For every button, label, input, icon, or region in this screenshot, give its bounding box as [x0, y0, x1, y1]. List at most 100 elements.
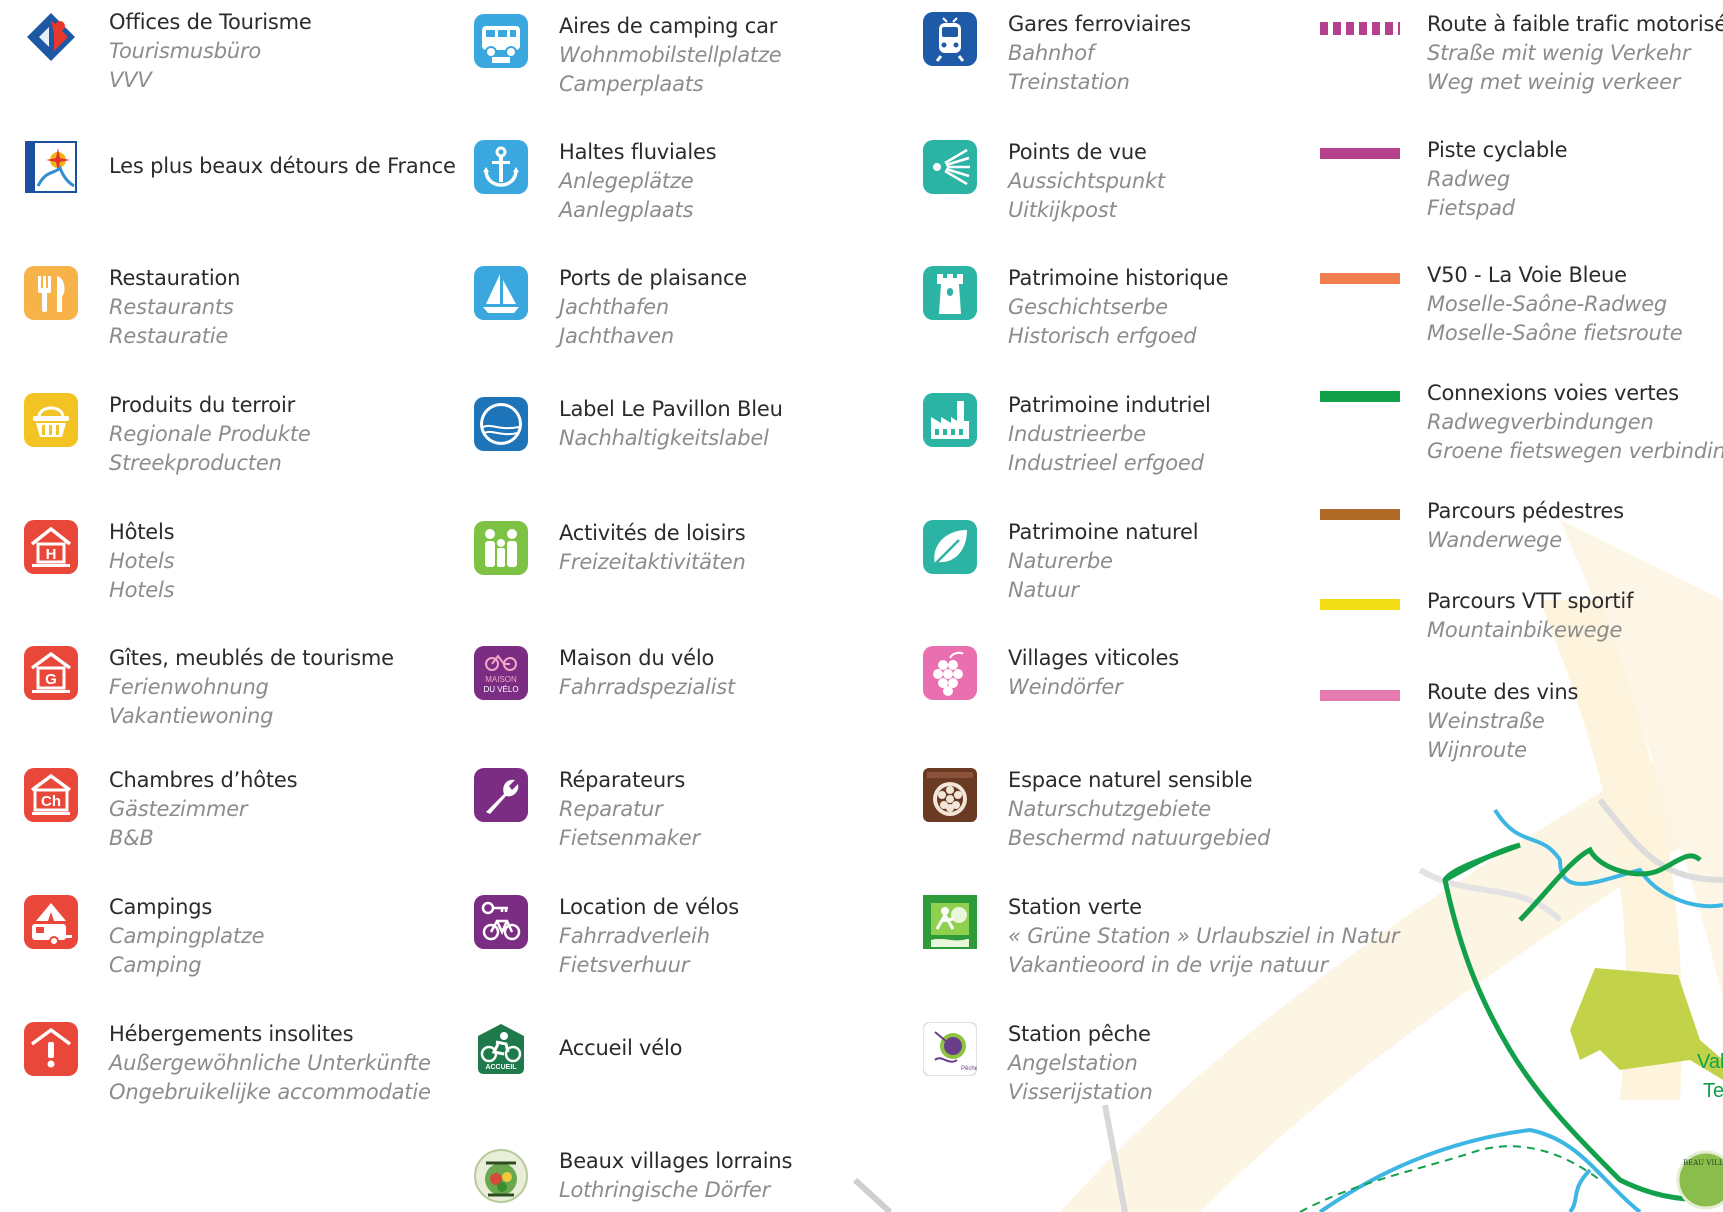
label-french: Connexions voies vertes	[1427, 381, 1679, 405]
svg-text:MAISON: MAISON	[485, 675, 517, 684]
train-icon	[923, 12, 977, 66]
tourism-office-icon	[24, 10, 78, 64]
label-german: Geschichtserbe	[1008, 295, 1168, 319]
label-dutch: Streekproducten	[109, 451, 282, 475]
fork-knife-icon	[24, 266, 78, 320]
line-swatch	[1320, 391, 1400, 402]
beaux-detours-icon	[24, 140, 78, 194]
label-dutch: Visserijstation	[1008, 1080, 1153, 1104]
leisure-family-icon	[474, 521, 528, 575]
label-dutch: Industrieel erfgoed	[1008, 451, 1204, 475]
castle-tower-icon	[923, 266, 977, 320]
label-dutch: Camping	[109, 953, 202, 977]
label-dutch: Jachthaven	[559, 324, 674, 348]
legend-labels: Route à faible trafic motorisé Straße mit…	[1427, 10, 1723, 97]
label-dutch: B&B	[109, 826, 154, 850]
legend-labels: Beaux villages lorrains Lothringische Dör…	[559, 1147, 999, 1205]
dashed-line-swatch	[1320, 22, 1400, 35]
label-french: Route des vins	[1427, 680, 1579, 704]
label-french: Parcours VTT sportif	[1427, 589, 1634, 613]
label-dutch: Wijnroute	[1427, 738, 1527, 762]
label-dutch: Fietspad	[1427, 196, 1515, 220]
label-dutch: Vakantieoord in de vrije natuur	[1008, 953, 1329, 977]
legend-labels: Station pêche Angelstation Visserijstation	[1008, 1020, 1448, 1107]
viewpoint-icon	[923, 140, 977, 194]
legend-labels: Espace naturel sensible Naturschutzgebiet…	[1008, 766, 1448, 853]
svg-text:H: H	[46, 546, 57, 563]
map-village-badge-text: BEAU VILLA	[1683, 1159, 1723, 1167]
legend-labels: Parcours VTT sportif Mountainbikewege	[1427, 587, 1723, 645]
svg-text:ACCUEIL: ACCUEIL	[485, 1064, 517, 1071]
grapes-icon	[923, 646, 977, 700]
line-swatch	[1320, 148, 1400, 159]
label-german: Bahnhof	[1008, 41, 1095, 65]
legend-labels: Route des vins Weinstraße Wijnroute	[1427, 678, 1723, 765]
camping-icon	[24, 895, 78, 949]
label-german: « Grüne Station » Urlaubsziel in Natur	[1008, 924, 1400, 948]
station-verte-icon	[923, 895, 977, 949]
legend-labels: Station verte « Grüne Station » Urlaubszi…	[1008, 893, 1448, 980]
anchor-icon	[474, 140, 528, 194]
wrench-icon	[474, 768, 528, 822]
label-dutch: Treinstation	[1008, 70, 1130, 94]
maison-velo-icon: MAISON DU VÉLO	[474, 646, 528, 700]
station-peche-icon: Pêche	[923, 1022, 977, 1076]
leaf-icon	[923, 520, 977, 574]
camper-van-icon	[474, 14, 528, 68]
label-german: Moselle-Saône-Radweg	[1427, 292, 1668, 316]
map-dashed-path	[1299, 1145, 1601, 1212]
legend-labels: Patrimoine naturel Naturerbe Natuur	[1008, 518, 1448, 605]
label-dutch: Groene fietswegen verbindingen	[1427, 439, 1723, 463]
map-town-label: Val	[1697, 1051, 1723, 1073]
ens-icon	[923, 768, 977, 822]
label-german: Straße mit wenig Verkehr	[1427, 41, 1691, 65]
label-french: Villages viticoles	[1008, 646, 1179, 670]
label-german: Naturerbe	[1008, 549, 1113, 573]
line-swatch	[1320, 599, 1400, 610]
label-german: Weinstraße	[1427, 709, 1545, 733]
label-german: Radweg	[1427, 167, 1511, 191]
line-swatch	[1320, 690, 1400, 701]
svg-text:DU VÉLO: DU VÉLO	[483, 685, 518, 694]
label-dutch: Weg met weinig verkeer	[1427, 70, 1681, 94]
blue-flag-icon	[474, 397, 528, 451]
basket-icon	[24, 393, 78, 447]
beaux-villages-icon	[474, 1149, 528, 1203]
label-french: Patrimoine naturel	[1008, 520, 1199, 544]
legend-labels: Piste cyclable Radweg Fietspad	[1427, 136, 1723, 223]
label-dutch: Ongebruikelijke accommodatie	[109, 1080, 431, 1104]
label-dutch: Fietsenmaker	[559, 826, 700, 850]
hotel-icon: H	[24, 520, 78, 574]
line-swatch	[1320, 509, 1400, 520]
map-town-label: Te	[1703, 1080, 1723, 1102]
map-river-branch	[1568, 1168, 1592, 1212]
label-dutch: Hotels	[109, 578, 175, 602]
label-dutch: Restauratie	[109, 324, 229, 348]
label-french: Beaux villages lorrains	[559, 1149, 793, 1173]
svg-text:Pêche: Pêche	[961, 1066, 977, 1072]
label-german: Mountainbikewege	[1427, 618, 1623, 642]
map-river	[1318, 1127, 1642, 1212]
label-french: Parcours pédestres	[1427, 499, 1624, 523]
legend-labels: Patrimoine indutriel Industrieerbe Industr…	[1008, 391, 1448, 478]
legend-labels: V50 - La Voie Bleue Moselle-Saône-Radweg M…	[1427, 261, 1723, 348]
label-dutch: Fietsverhuur	[559, 953, 690, 977]
svg-text:Ch: Ch	[41, 793, 61, 810]
label-german: Lothringische Dörfer	[559, 1178, 771, 1202]
label-dutch: Vakantiewoning	[109, 704, 274, 728]
svg-text:G: G	[45, 671, 57, 688]
label-dutch: VVV	[109, 68, 152, 92]
label-french: Station verte	[1008, 895, 1142, 919]
label-dutch: Aanlegplaats	[559, 198, 694, 222]
legend-labels: Parcours pédestres Wanderwege	[1427, 497, 1723, 555]
label-french: Station pêche	[1008, 1022, 1151, 1046]
label-french: Piste cyclable	[1427, 138, 1568, 162]
label-german: Radwegverbindungen	[1427, 410, 1654, 434]
label-dutch: Uitkijkpost	[1008, 198, 1117, 222]
label-german: Wanderwege	[1427, 528, 1563, 552]
sailboat-icon	[474, 266, 528, 320]
factory-icon	[923, 393, 977, 447]
line-swatch	[1320, 273, 1400, 284]
label-french: Route à faible trafic motorisé	[1427, 12, 1723, 36]
unusual-lodging-icon	[24, 1022, 78, 1076]
